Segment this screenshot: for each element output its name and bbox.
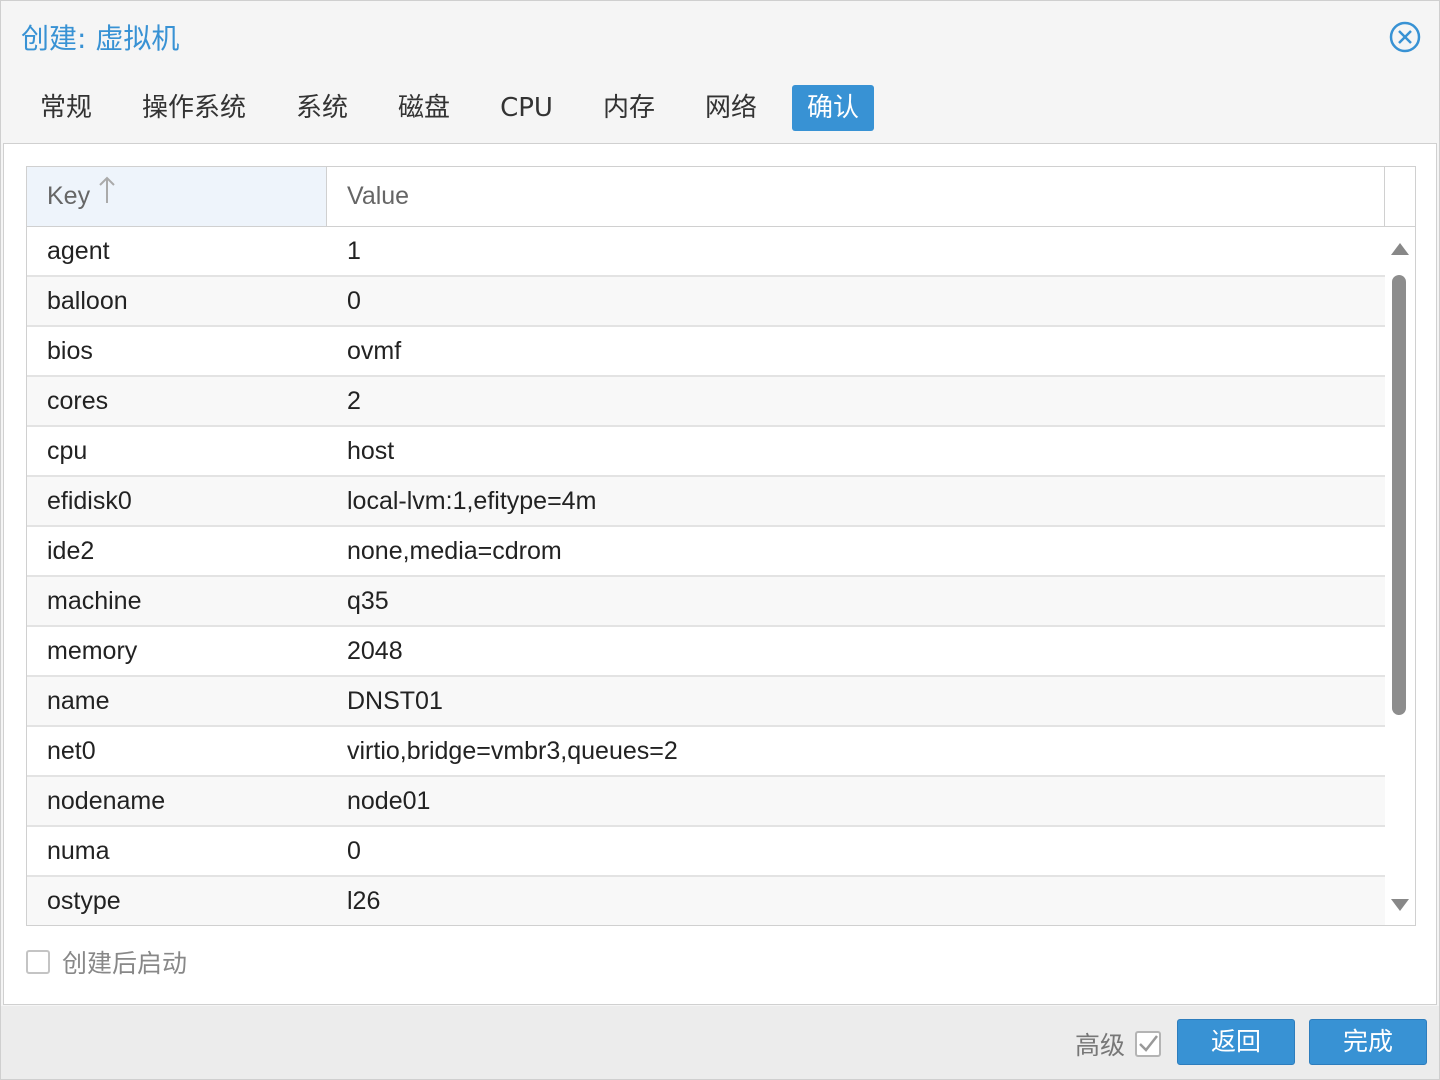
column-header-key[interactable]: Key <box>27 167 327 226</box>
row-value: DNST01 <box>347 686 443 715</box>
confirm-panel: Key Value agent 1 balloon 0 bios ovmf cores… <box>3 143 1437 1005</box>
row-key: agent <box>47 236 110 265</box>
row-value: 2 <box>347 386 361 415</box>
table-row[interactable]: numa 0 <box>27 827 1385 877</box>
row-value: 0 <box>347 836 361 865</box>
column-header-key-label: Key <box>47 182 91 210</box>
table-row[interactable]: nodename node01 <box>27 777 1385 827</box>
row-key: memory <box>47 636 138 665</box>
tab-cpu[interactable]: CPU <box>485 85 568 131</box>
start-after-created-option[interactable]: 创建后启动 <box>26 944 187 980</box>
row-value: 1 <box>347 236 361 265</box>
title-bar: 创建: 虚拟机 <box>1 1 1439 73</box>
dialog-title: 创建: 虚拟机 <box>21 22 180 55</box>
row-key: nodename <box>47 786 166 815</box>
tab-os[interactable]: 操作系统 <box>127 85 261 131</box>
table-row[interactable]: cores 2 <box>27 377 1385 427</box>
finish-button[interactable]: 完成 <box>1309 1019 1427 1065</box>
tab-network[interactable]: 网络 <box>690 85 772 131</box>
close-icon[interactable] <box>1389 21 1421 53</box>
row-key: name <box>47 686 110 715</box>
table-row[interactable]: ide2 none,media=cdrom <box>27 527 1385 577</box>
table-row[interactable]: cpu host <box>27 427 1385 477</box>
create-vm-dialog: 创建: 虚拟机 常规 操作系统 系统 磁盘 CPU 内存 网络 确认 Key V… <box>0 0 1440 1080</box>
table-row[interactable]: net0 virtio,bridge=vmbr3,queues=2 <box>27 727 1385 777</box>
table-row[interactable]: efidisk0 local-lvm:1,efitype=4m <box>27 477 1385 527</box>
table-row[interactable]: name DNST01 <box>27 677 1385 727</box>
grid-header: Key Value <box>27 167 1415 227</box>
column-header-value-label: Value <box>347 182 410 210</box>
row-key: machine <box>47 586 142 615</box>
checkmark-icon <box>1139 1035 1158 1052</box>
dialog-footer: 高级 返回 完成 <box>1 1006 1439 1079</box>
row-value: 2048 <box>347 636 403 665</box>
row-value: 0 <box>347 286 361 315</box>
table-row[interactable]: balloon 0 <box>27 277 1385 327</box>
tab-system[interactable]: 系统 <box>281 85 363 131</box>
row-key: balloon <box>47 286 128 315</box>
row-key: numa <box>47 836 110 865</box>
row-value: l26 <box>347 886 381 915</box>
row-key: cpu <box>47 436 88 465</box>
tab-disks[interactable]: 磁盘 <box>383 85 465 131</box>
table-row[interactable]: ostype l26 <box>27 877 1385 925</box>
back-button[interactable]: 返回 <box>1177 1019 1295 1065</box>
row-key: bios <box>47 336 93 365</box>
advanced-label: 高级 <box>1074 1031 1125 1060</box>
row-key: ide2 <box>47 536 95 565</box>
table-row[interactable]: machine q35 <box>27 577 1385 627</box>
row-value: virtio,bridge=vmbr3,queues=2 <box>347 736 678 765</box>
tab-general[interactable]: 常规 <box>25 85 107 131</box>
row-value: node01 <box>347 786 431 815</box>
scrollbar-thumb[interactable] <box>1392 275 1406 715</box>
tab-confirm[interactable]: 确认 <box>791 85 874 131</box>
start-after-created-checkbox[interactable] <box>26 950 50 974</box>
tab-memory[interactable]: 内存 <box>588 85 670 131</box>
row-value: local-lvm:1,efitype=4m <box>347 486 597 515</box>
row-value: q35 <box>347 586 389 615</box>
row-value: ovmf <box>347 336 402 365</box>
table-row[interactable]: memory 2048 <box>27 627 1385 677</box>
advanced-option[interactable]: 高级 <box>1075 1026 1161 1062</box>
table-row[interactable]: bios ovmf <box>27 327 1385 377</box>
wizard-tabs: 常规 操作系统 系统 磁盘 CPU 内存 网络 确认 <box>25 85 894 131</box>
column-header-value[interactable]: Value <box>327 167 1385 226</box>
row-key: efidisk0 <box>47 486 132 515</box>
row-key: net0 <box>47 736 96 765</box>
grid-body: agent 1 balloon 0 bios ovmf cores 2 cpu host … <box>27 227 1385 925</box>
scroll-down-arrow-icon[interactable] <box>1391 899 1409 911</box>
start-after-created-label: 创建后启动 <box>62 949 188 978</box>
row-value: none,media=cdrom <box>347 536 562 565</box>
row-key: ostype <box>47 886 121 915</box>
arrow-up-icon <box>98 168 116 227</box>
advanced-checkbox[interactable] <box>1135 1031 1161 1057</box>
table-row[interactable]: agent 1 <box>27 227 1385 277</box>
summary-grid: Key Value agent 1 balloon 0 bios ovmf cores… <box>26 166 1416 926</box>
scroll-up-arrow-icon[interactable] <box>1391 243 1409 255</box>
row-key: cores <box>47 386 109 415</box>
row-value: host <box>347 436 395 465</box>
vertical-scrollbar[interactable] <box>1385 227 1415 925</box>
